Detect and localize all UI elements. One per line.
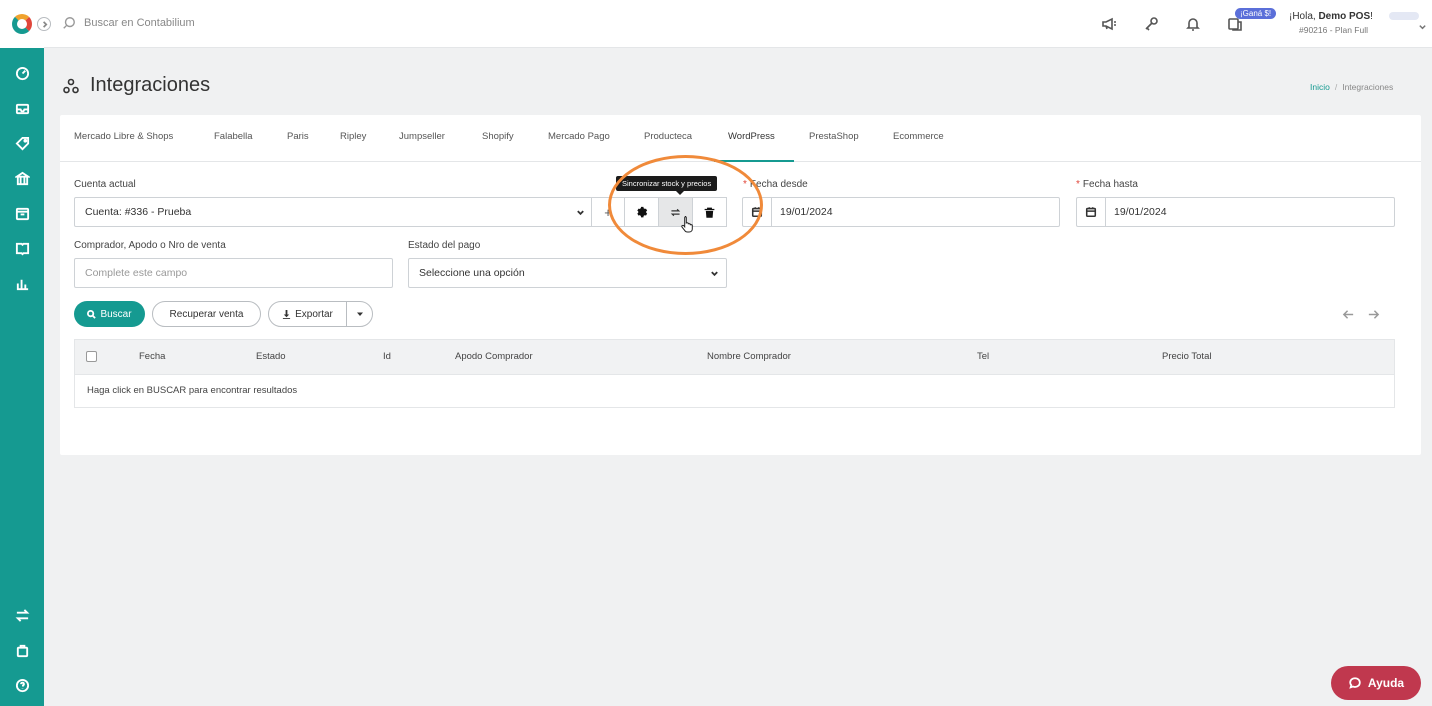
search-icon	[87, 309, 97, 319]
required-mark: *	[1076, 179, 1080, 190]
tab-jumpseller[interactable]: Jumpseller	[399, 115, 445, 162]
sales-table: Fecha Estado Id Apodo Comprador Nombre C…	[74, 339, 1395, 408]
help-button[interactable]: Ayuda	[1331, 666, 1421, 700]
pointer-cursor-icon	[681, 216, 693, 233]
column-header[interactable]: Tel	[977, 351, 989, 362]
buyer-input[interactable]	[85, 267, 392, 279]
tab-ripley[interactable]: Ripley	[340, 115, 366, 162]
payment-status-value: Seleccione una opción	[419, 267, 525, 279]
export-button-label: Exportar	[295, 308, 333, 320]
buyer-label: Comprador, Apodo o Nro de venta	[74, 240, 226, 251]
megaphone-icon[interactable]	[1099, 14, 1119, 34]
breadcrumb-separator: /	[1334, 82, 1338, 92]
table-empty-message: Haga click en BUSCAR para encontrar resu…	[87, 385, 298, 396]
breadcrumb-home[interactable]: Inicio	[1310, 82, 1330, 92]
export-button-group: Exportar	[268, 301, 373, 327]
account-label: Cuenta actual	[74, 179, 136, 190]
page-header: Integraciones	[62, 74, 210, 97]
user-greeting: ¡Hola, Demo POS!	[1289, 11, 1373, 22]
table-header: Fecha Estado Id Apodo Comprador Nombre C…	[75, 340, 1394, 375]
user-plan: #90216 - Plan Full	[1299, 25, 1368, 35]
chevron-down-icon	[710, 269, 719, 281]
arrow-left-icon[interactable]	[1342, 308, 1355, 321]
search-input[interactable]	[84, 17, 384, 29]
breadcrumb-current: Integraciones	[1342, 82, 1394, 92]
chevron-right-icon	[42, 20, 47, 28]
key-icon[interactable]	[1141, 14, 1161, 34]
help-circle-icon[interactable]	[11, 674, 33, 696]
shopping-bag-icon[interactable]	[11, 639, 33, 661]
help-button-label: Ayuda	[1367, 676, 1405, 690]
bank-icon[interactable]	[11, 167, 33, 189]
company-logo	[1389, 12, 1419, 20]
column-header[interactable]: Estado	[256, 351, 286, 362]
date-from-value: 19/01/2024	[780, 206, 833, 218]
date-from-field[interactable]: 19/01/2024	[742, 197, 1060, 227]
box-icon[interactable]	[11, 202, 33, 224]
payment-status-select[interactable]: Seleccione una opción	[408, 258, 727, 288]
tab-mercado-libre[interactable]: Mercado Libre & Shops	[74, 115, 173, 162]
search-button-label: Buscar	[100, 308, 132, 320]
integrations-icon	[63, 78, 79, 93]
user-menu[interactable]: ¡Hola, Demo POS! #90216 - Plan Full	[1289, 11, 1373, 35]
arrow-right-icon[interactable]	[1367, 308, 1380, 321]
page-title: Integraciones	[90, 74, 211, 96]
greeting-text: ¡Hola,	[1289, 11, 1319, 22]
date-to-value: 19/01/2024	[1114, 206, 1167, 218]
bell-icon[interactable]	[1183, 14, 1203, 34]
tab-prestashop[interactable]: PrestaShop	[809, 115, 859, 162]
column-header[interactable]: Precio Total	[1162, 351, 1211, 362]
tab-ecommerce[interactable]: Ecommerce	[893, 115, 944, 162]
breadcrumb: Inicio / Integraciones	[1310, 82, 1393, 92]
buyer-field[interactable]	[74, 258, 393, 288]
logo-mark	[12, 14, 32, 34]
search-button[interactable]: Buscar	[74, 301, 145, 327]
promo-badge[interactable]: ¡Ganá $!	[1235, 8, 1277, 19]
integrations-card: Mercado Libre & Shops Falabella Paris Ri…	[60, 115, 1421, 455]
integration-tabs: Mercado Libre & Shops Falabella Paris Ri…	[60, 115, 1421, 162]
account-select-value: Cuenta: #336 - Prueba	[85, 206, 192, 218]
inbox-icon[interactable]	[11, 97, 33, 119]
referral-icon[interactable]: ¡Ganá $!	[1225, 8, 1277, 34]
account-select[interactable]: Cuenta: #336 - Prueba	[74, 197, 593, 227]
book-icon[interactable]	[11, 237, 33, 259]
tag-icon[interactable]	[11, 132, 33, 154]
sidebar-rail	[0, 0, 44, 706]
recover-sale-button[interactable]: Recuperar venta	[152, 301, 261, 327]
date-to-field[interactable]: 19/01/2024	[1076, 197, 1395, 227]
column-header[interactable]: Fecha	[139, 351, 165, 362]
column-header[interactable]: Apodo Comprador	[455, 351, 533, 362]
payment-status-label: Estado del pago	[408, 240, 481, 251]
top-bar: ¡Ganá $! ¡Hola, Demo POS! #90216 - Plan …	[37, 0, 1432, 48]
tab-mercado-pago[interactable]: Mercado Pago	[548, 115, 610, 162]
download-icon	[282, 309, 291, 319]
user-menu-chevron[interactable]	[1418, 22, 1427, 34]
caret-down-icon	[356, 312, 363, 316]
highlight-annotation	[608, 155, 763, 255]
tab-falabella[interactable]: Falabella	[214, 115, 253, 162]
calendar-icon[interactable]	[1077, 198, 1106, 226]
reports-icon[interactable]	[11, 272, 33, 294]
export-button[interactable]: Exportar	[269, 302, 347, 326]
tab-shopify[interactable]: Shopify	[482, 115, 514, 162]
greeting-end: !	[1370, 11, 1373, 22]
select-all-checkbox[interactable]	[86, 351, 97, 362]
chevron-down-icon	[576, 208, 585, 220]
chat-icon	[1349, 677, 1361, 689]
pagination	[1342, 308, 1380, 321]
tab-wordpress[interactable]: WordPress	[714, 115, 794, 162]
tab-paris[interactable]: Paris	[287, 115, 309, 162]
sidebar-toggle-button[interactable]	[37, 17, 51, 31]
column-header[interactable]: Nombre Comprador	[707, 351, 791, 362]
chevron-down-icon	[1419, 25, 1426, 30]
global-search	[62, 16, 384, 30]
export-dropdown-toggle[interactable]	[347, 302, 372, 326]
transfer-icon[interactable]	[11, 604, 33, 626]
date-to-label-text: Fecha hasta	[1082, 179, 1138, 190]
search-icon	[63, 17, 75, 29]
dashboard-icon[interactable]	[11, 62, 33, 84]
date-to-label: * Fecha hasta	[1076, 179, 1138, 190]
column-header[interactable]: Id	[383, 351, 391, 362]
user-name: Demo POS	[1318, 11, 1371, 22]
